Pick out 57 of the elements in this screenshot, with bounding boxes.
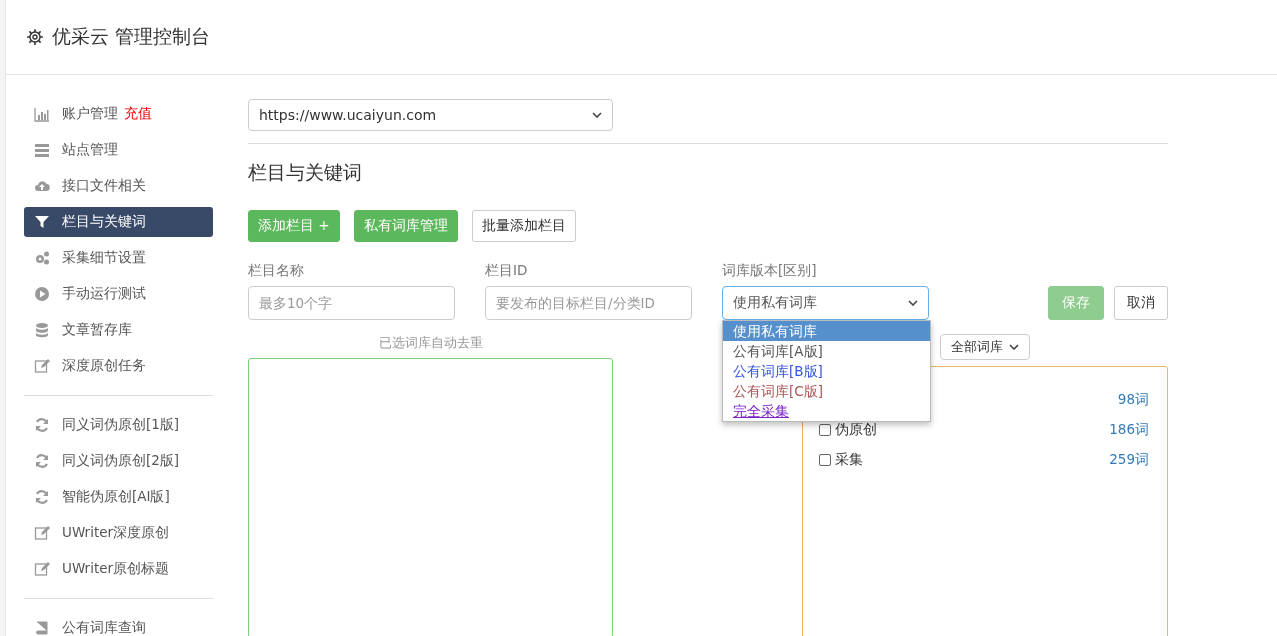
chevron-down-icon bbox=[592, 112, 602, 118]
sidebar-item[interactable]: UWriter原创标题 bbox=[24, 554, 213, 584]
column-name-input[interactable]: 最多10个字 bbox=[248, 286, 455, 320]
library-label: 采集 bbox=[835, 450, 863, 469]
bar-chart-icon bbox=[34, 106, 50, 122]
edit-icon bbox=[34, 561, 50, 577]
word-count: 259词 bbox=[1109, 450, 1149, 469]
column-id-input[interactable]: 要发布的目标栏目/分类ID bbox=[485, 286, 692, 320]
filter-icon bbox=[34, 214, 50, 230]
server-icon bbox=[34, 142, 50, 158]
book-icon bbox=[34, 620, 50, 636]
sidebar-item[interactable]: 公有词库查询 bbox=[24, 613, 213, 636]
checkbox[interactable] bbox=[819, 423, 831, 436]
chevron-down-icon bbox=[1009, 344, 1019, 350]
sidebar-item[interactable]: UWriter深度原创 bbox=[24, 518, 213, 548]
cancel-button[interactable]: 取消 bbox=[1114, 286, 1168, 320]
sidebar-item[interactable]: 手动运行测试 bbox=[24, 279, 213, 309]
sidebar-item[interactable]: 文章暂存库 bbox=[24, 315, 213, 345]
field-label: 栏目ID bbox=[485, 262, 529, 280]
field-label: 栏目名称 bbox=[248, 262, 305, 280]
recharge-link[interactable]: 充值 bbox=[124, 105, 152, 123]
dropdown-option[interactable]: 公有词库[A版] bbox=[723, 341, 930, 361]
refresh-icon bbox=[34, 453, 50, 469]
dropdown-option[interactable]: 完全采集 bbox=[723, 401, 930, 421]
refresh-icon bbox=[34, 417, 50, 433]
word-count: 98词 bbox=[1117, 390, 1149, 409]
word-count: 186词 bbox=[1109, 420, 1149, 439]
version-select[interactable]: 使用私有词库 bbox=[722, 286, 929, 320]
play-icon bbox=[34, 286, 50, 302]
sidebar-item[interactable]: 同义词伪原创[1版] bbox=[24, 410, 213, 440]
site-select[interactable]: https://www.ucaiyun.com bbox=[248, 99, 613, 131]
gears-icon bbox=[34, 250, 50, 266]
checkbox[interactable] bbox=[819, 453, 831, 466]
database-icon bbox=[34, 322, 50, 338]
sidebar-item[interactable]: 账户管理 充值 bbox=[24, 99, 213, 129]
library-filter-select[interactable]: 全部词库 bbox=[940, 334, 1030, 360]
sidebar-item[interactable]: 栏目与关键词 bbox=[24, 207, 213, 237]
edit-icon bbox=[34, 358, 50, 374]
cloud-upload-icon bbox=[34, 178, 50, 194]
app-title: 优采云 管理控制台 bbox=[52, 24, 211, 49]
dropdown-option[interactable]: 公有词库[B版] bbox=[723, 361, 930, 381]
chevron-down-icon bbox=[908, 300, 918, 306]
settings-icon bbox=[26, 28, 44, 46]
sidebar-item[interactable]: 接口文件相关 bbox=[24, 171, 213, 201]
edit-icon bbox=[34, 525, 50, 541]
field-label: 词库版本[区别] bbox=[722, 262, 818, 280]
dedupe-note: 已选词库自动去重 bbox=[378, 334, 483, 352]
sidebar-item[interactable]: 智能伪原创[AI版] bbox=[24, 482, 213, 512]
sidebar-item[interactable]: 深度原创任务 bbox=[24, 351, 213, 381]
refresh-icon bbox=[34, 489, 50, 505]
toolbar-button[interactable]: 批量添加栏目 bbox=[471, 210, 576, 242]
section-title: 栏目与关键词 bbox=[248, 160, 363, 185]
sidebar-item[interactable]: 站点管理 bbox=[24, 135, 213, 165]
library-label: 伪原创 bbox=[835, 420, 877, 439]
sidebar-item[interactable]: 同义词伪原创[2版] bbox=[24, 446, 213, 476]
sidebar-item[interactable]: 采集细节设置 bbox=[24, 243, 213, 273]
dropdown-option[interactable]: 公有词库[C版] bbox=[723, 381, 930, 401]
